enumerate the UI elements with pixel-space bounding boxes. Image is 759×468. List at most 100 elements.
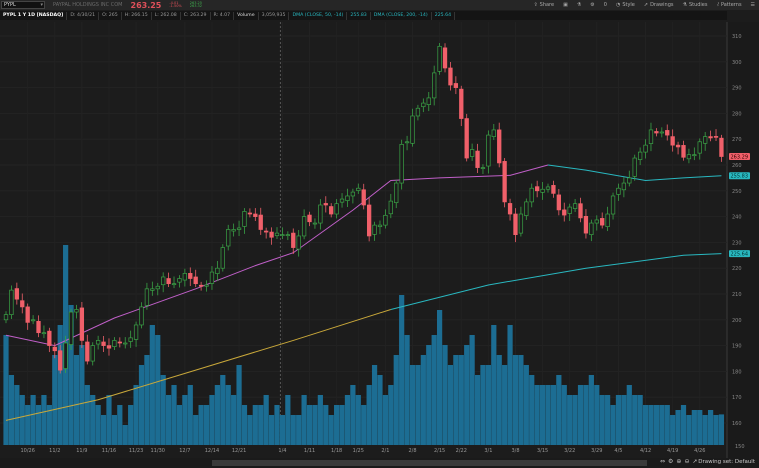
candle-body — [301, 216, 307, 237]
volume-bar — [14, 385, 20, 445]
volume-bar — [334, 405, 340, 445]
volume-bar — [355, 395, 361, 445]
candle-body — [144, 288, 150, 306]
x-tick-label: 4/5 — [614, 448, 622, 454]
candle-body — [551, 185, 556, 194]
volume-bar — [236, 365, 242, 445]
price-tag-label: 255.83 — [731, 174, 749, 180]
volume-bar — [225, 385, 231, 445]
volume-bar — [442, 345, 448, 445]
volume-bar — [502, 365, 508, 445]
candle-body — [47, 330, 52, 346]
candle-body — [497, 129, 502, 164]
volume-bar — [426, 345, 432, 445]
price-chart[interactable]: 160 170 180 190 200 210 220 230 240 250 260 270 280 2… — [0, 0, 759, 458]
candle-body — [95, 340, 101, 345]
candle-body — [361, 189, 366, 206]
candle-body — [90, 345, 95, 362]
x-tick-label: 3/8 — [511, 448, 519, 454]
y-tick-label: 220 — [732, 266, 742, 272]
volume-bar — [431, 335, 437, 445]
candle-body — [79, 307, 85, 341]
volume-bar — [539, 385, 546, 445]
footer-bar: ⇔ ⚙ ⊕ ⊖ ➚ Drawing set: Default — [0, 458, 759, 468]
candle-body — [350, 191, 356, 197]
candle-body — [675, 144, 681, 148]
candle-body — [686, 154, 692, 160]
volume-bar — [3, 335, 9, 445]
candle-body — [198, 284, 204, 287]
x-tick-label: 11/30 — [151, 448, 165, 454]
volume-bar — [176, 405, 183, 445]
volume-bar — [491, 325, 497, 445]
volume-bar — [659, 405, 665, 445]
y-tick-label: 190 — [732, 344, 742, 350]
volume-bar — [301, 395, 307, 445]
y-tick-label: 280 — [732, 111, 742, 117]
volume-bar — [572, 395, 578, 445]
candle-body — [475, 150, 480, 168]
candle-body — [383, 214, 388, 226]
volume-bar — [447, 365, 454, 445]
drawing-set[interactable]: Drawing set: Default — [698, 459, 755, 465]
candle-body — [339, 198, 345, 203]
candle-body — [209, 271, 215, 284]
volume-bar — [718, 414, 725, 445]
x-tick-label: 1/11 — [304, 448, 315, 454]
volume-bar — [523, 365, 529, 445]
pan-icon[interactable]: ⇔ — [660, 458, 665, 465]
y-tick-label: 210 — [732, 292, 742, 298]
candle-body — [226, 229, 231, 247]
candle-body — [215, 267, 220, 274]
cursor-icon[interactable]: ➚ — [692, 458, 697, 465]
volume-bar — [469, 335, 475, 445]
candle-body — [654, 131, 659, 134]
candle-body — [486, 134, 491, 167]
candle-body — [562, 209, 567, 216]
volume-bar — [133, 385, 139, 445]
x-tick-label: 3/15 — [537, 448, 548, 454]
volume-bar — [149, 325, 155, 445]
x-tick-label: 2/22 — [456, 448, 467, 454]
candle-body — [171, 283, 177, 286]
candle-body — [247, 212, 253, 215]
candle-body — [415, 107, 421, 117]
candle-body — [637, 151, 643, 160]
volume-bar — [247, 415, 253, 445]
volume-bar — [328, 415, 334, 445]
zoom-out-icon[interactable]: ⊖ — [684, 458, 689, 465]
candle-body — [269, 231, 274, 238]
horizontal-scrollbar[interactable] — [212, 460, 647, 466]
volume-bar — [317, 395, 323, 445]
candle-body — [692, 154, 697, 157]
volume-bar — [366, 385, 372, 445]
x-tick-label: 1/4 — [278, 448, 286, 454]
candle-body — [632, 157, 637, 177]
volume-bar — [653, 405, 659, 445]
candle-body — [665, 130, 670, 136]
candle-body — [627, 177, 632, 184]
volume-bar — [561, 385, 567, 445]
x-tick-label: 2/1 — [381, 448, 389, 454]
candle-body — [106, 345, 112, 349]
x-tick-label: 12/21 — [232, 448, 246, 454]
zoom-controls: ⇔ ⚙ ⊕ ⊖ ➚ — [660, 458, 698, 465]
volume-bar — [599, 395, 605, 445]
volume-bar — [388, 385, 394, 445]
candle-body — [307, 214, 312, 223]
candle-body — [459, 88, 464, 119]
candle-body — [117, 341, 122, 344]
candle-body — [621, 182, 627, 191]
settings-icon[interactable]: ⚙ — [668, 458, 673, 465]
volume-bar — [122, 425, 128, 445]
candle-body — [41, 332, 47, 335]
candle-body — [345, 195, 350, 201]
candle-body — [30, 319, 36, 322]
volume-bar — [496, 355, 502, 445]
candle-body — [572, 203, 578, 209]
zoom-in-icon[interactable]: ⊕ — [676, 458, 681, 465]
candle-body — [150, 288, 155, 291]
volume-bar — [84, 385, 90, 445]
x-tick-label: 1/18 — [331, 448, 342, 454]
price-tag-label: 263.29 — [731, 154, 749, 160]
